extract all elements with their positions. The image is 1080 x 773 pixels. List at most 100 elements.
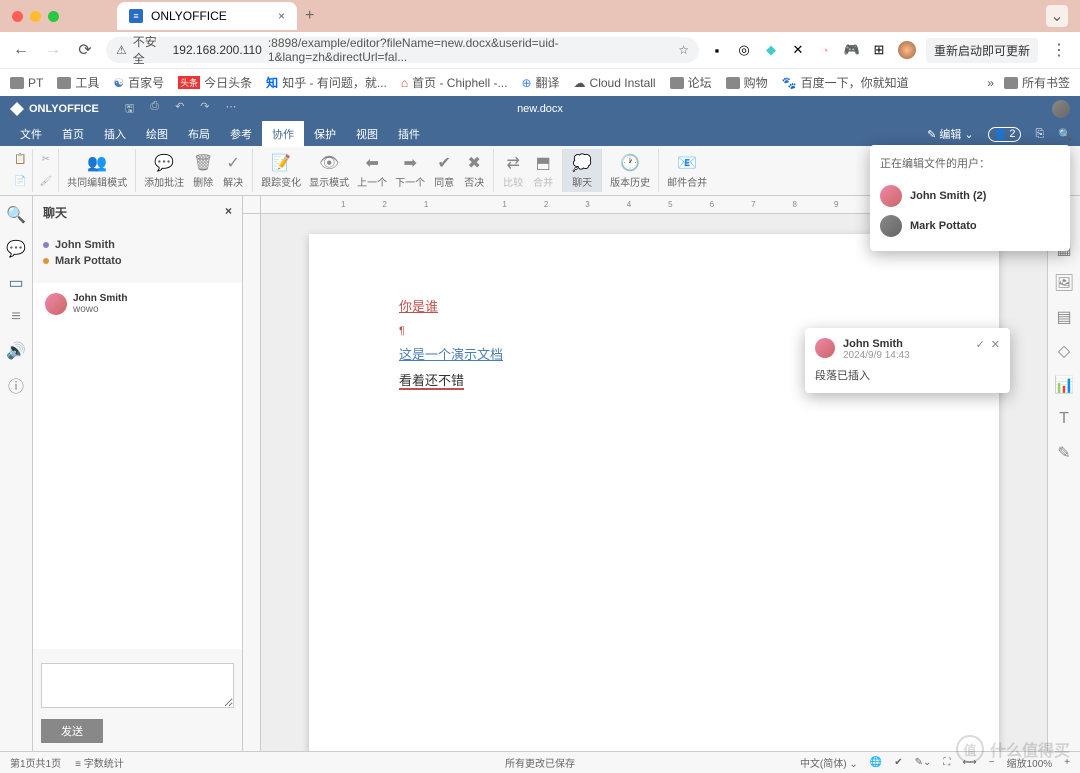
cut-icon[interactable]: ✂: [42, 154, 50, 165]
ribbon-chat[interactable]: 💭 聊天: [563, 149, 602, 192]
reject-change-icon[interactable]: ✕: [991, 338, 1000, 361]
browser-menu-icon[interactable]: ⋮: [1048, 39, 1070, 61]
search-icon[interactable]: 🔍: [1058, 128, 1072, 141]
menu-layout[interactable]: 布局: [178, 121, 220, 147]
comments-panel-icon[interactable]: 💬: [7, 240, 25, 258]
track-changes-icon[interactable]: 📝: [270, 152, 292, 174]
reload-button[interactable]: ⟳: [74, 39, 96, 61]
chat-panel-icon[interactable]: ▭: [7, 274, 25, 292]
bookmark-baijiahao[interactable]: ☯百家号: [113, 74, 164, 91]
accept-icon[interactable]: ✔: [433, 152, 455, 174]
ext-icon-7[interactable]: ⊞: [871, 42, 887, 58]
feedback-icon[interactable]: 🔊: [7, 342, 25, 360]
edit-mode-button[interactable]: ✎ 编辑 ⌄: [927, 126, 974, 142]
forward-button[interactable]: →: [42, 39, 64, 61]
new-tab-button[interactable]: +: [305, 7, 314, 25]
expand-tabs-button[interactable]: ⌄: [1046, 5, 1068, 27]
document-page[interactable]: 你是谁 ¶ 这是一个演示文档 看着还不错: [309, 234, 999, 751]
more-icon[interactable]: ⋯: [226, 100, 237, 119]
menu-plugins[interactable]: 插件: [388, 121, 430, 147]
format-painter-icon[interactable]: 🖌: [39, 176, 52, 187]
menu-draw[interactable]: 绘图: [136, 121, 178, 147]
reject-icon[interactable]: ✖: [463, 152, 485, 174]
header-footer-icon[interactable]: ▤: [1055, 308, 1073, 326]
bookmark-translate[interactable]: ⊕翻译: [521, 74, 559, 91]
track-changes-status-icon[interactable]: ✎⌄: [915, 757, 932, 768]
delete-comment-icon[interactable]: 🗑: [192, 152, 214, 174]
bookmark-star-icon[interactable]: ☆: [678, 43, 689, 57]
ext-icon-1[interactable]: ▪: [709, 42, 725, 58]
resolve-comment-icon[interactable]: ✓: [222, 152, 244, 174]
ext-icon-2[interactable]: ◎: [736, 42, 752, 58]
bookmark-baidu[interactable]: 🐾百度一下，你就知道: [782, 74, 909, 91]
open-location-icon[interactable]: ⎘: [1035, 128, 1044, 141]
browser-tab[interactable]: ≡ ONLYOFFICE ×: [117, 2, 297, 30]
bookmark-forum[interactable]: 论坛: [670, 74, 712, 91]
vertical-ruler[interactable]: [243, 214, 261, 751]
menu-home[interactable]: 首页: [52, 121, 94, 147]
shape-settings-icon[interactable]: ◇: [1055, 342, 1073, 360]
accept-change-icon[interactable]: ✓: [976, 338, 985, 361]
ribbon-history[interactable]: 🕐 版本历史: [602, 149, 659, 192]
word-count-button[interactable]: ≡ 字数统计: [75, 755, 124, 770]
bookmark-shopping[interactable]: 购物: [726, 74, 768, 91]
back-button[interactable]: ←: [10, 39, 32, 61]
display-mode-icon[interactable]: 👁: [318, 152, 340, 174]
redo-icon[interactable]: ↷: [200, 100, 209, 119]
about-icon[interactable]: ⓘ: [7, 376, 25, 394]
all-bookmarks-button[interactable]: 所有书签: [1004, 74, 1070, 91]
bookmark-zhihu[interactable]: 知知乎 - 有问题，就...: [266, 74, 387, 91]
chat-input[interactable]: [41, 663, 234, 708]
page-number[interactable]: 第1页共1页: [10, 755, 61, 770]
maximize-window-button[interactable]: [48, 11, 59, 22]
next-change-icon[interactable]: ➡: [399, 152, 421, 174]
browser-update-button[interactable]: 重新启动即可更新: [926, 38, 1038, 63]
bookmark-toutiao[interactable]: 头条今日头条: [178, 74, 252, 91]
menu-protect[interactable]: 保护: [304, 121, 346, 147]
bookmark-folder-pt[interactable]: PT: [10, 76, 43, 90]
bookmark-chiphell[interactable]: ⌂首页 - Chiphell -...: [401, 74, 508, 91]
user-avatar-icon[interactable]: [1052, 100, 1070, 118]
close-window-button[interactable]: [12, 11, 23, 22]
address-bar[interactable]: ⚠ 不安全 192.168.200.110:8898/example/edito…: [106, 37, 699, 63]
users-count-button[interactable]: 👤2: [988, 127, 1022, 142]
menu-insert[interactable]: 插入: [94, 121, 136, 147]
ext-icon-5[interactable]: ◔: [817, 42, 833, 58]
ext-icon-4[interactable]: ✕: [790, 42, 806, 58]
ext-icon-6[interactable]: 🎮: [844, 42, 860, 58]
headings-icon[interactable]: ≡: [7, 308, 25, 326]
find-icon[interactable]: 🔍: [7, 206, 25, 224]
signature-icon[interactable]: ✎: [1055, 444, 1073, 462]
paste-icon[interactable]: 📄: [14, 176, 26, 187]
ext-icon-3[interactable]: ◆: [763, 42, 779, 58]
bookmark-overflow-icon[interactable]: »: [987, 76, 994, 90]
menu-file[interactable]: 文件: [10, 121, 52, 147]
print-icon[interactable]: ⎙: [150, 100, 159, 119]
close-tab-icon[interactable]: ×: [278, 9, 285, 23]
document-scroll[interactable]: 你是谁 ¶ 这是一个演示文档 看着还不错: [261, 214, 1047, 751]
menu-references[interactable]: 参考: [220, 121, 262, 147]
prev-change-icon[interactable]: ⬅: [361, 152, 383, 174]
menu-view[interactable]: 视图: [346, 121, 388, 147]
fit-page-icon[interactable]: ⛶: [943, 757, 950, 768]
send-button[interactable]: 发送: [41, 719, 103, 743]
bookmark-cloud[interactable]: ☁Cloud Install: [574, 76, 656, 90]
chart-settings-icon[interactable]: 📊: [1055, 376, 1073, 394]
ribbon-mail-merge[interactable]: 📧 邮件合并: [659, 149, 715, 192]
bookmark-folder-tools[interactable]: 工具: [57, 74, 99, 91]
add-comment-icon[interactable]: 💬: [153, 152, 175, 174]
profile-avatar[interactable]: [898, 41, 916, 59]
close-chat-icon[interactable]: ×: [225, 204, 232, 221]
ribbon-track: 📝跟踪变化 👁显示模式 ⬅上一个 ➡下一个 ✔同意 ✖否决: [253, 149, 494, 192]
text-art-icon[interactable]: T: [1055, 410, 1073, 428]
undo-icon[interactable]: ↶: [175, 100, 184, 119]
copy-icon[interactable]: 📋: [14, 154, 26, 165]
spelling-icon[interactable]: 🌐: [870, 757, 882, 768]
spellcheck-icon[interactable]: ✔: [894, 757, 902, 768]
minimize-window-button[interactable]: [30, 11, 41, 22]
menu-collaboration[interactable]: 协作: [262, 121, 304, 147]
save-icon[interactable]: 🖫: [125, 100, 134, 119]
image-settings-icon[interactable]: 🖼: [1055, 274, 1073, 292]
language-selector[interactable]: 中文(简体) ⌄: [800, 755, 858, 770]
ribbon-coedit[interactable]: 👥 共同编辑模式: [59, 149, 136, 192]
